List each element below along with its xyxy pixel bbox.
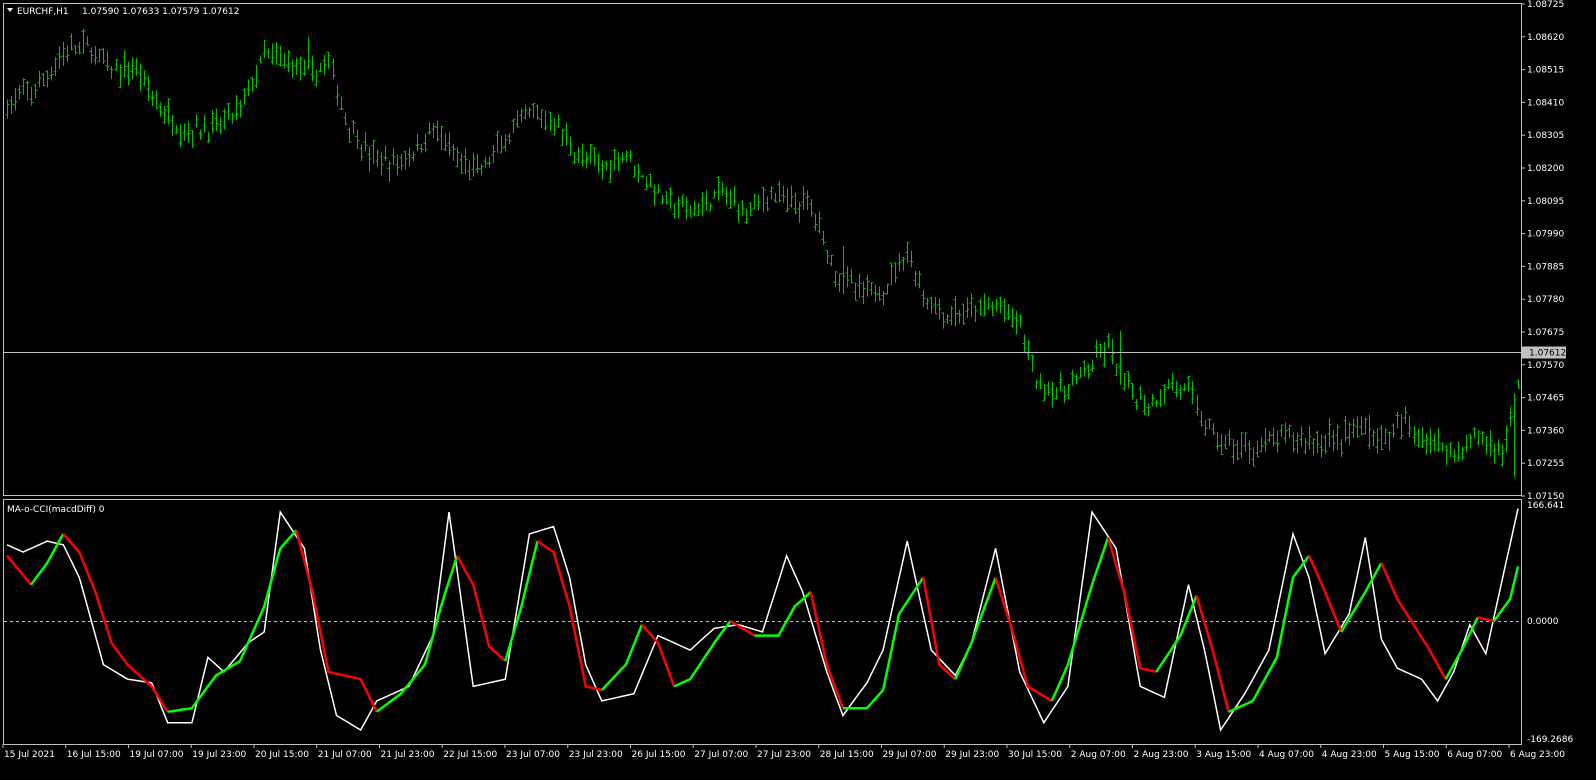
time-tick-label: 3 Aug 15:00 <box>1196 750 1251 760</box>
time-tick-label: 2 Aug 23:00 <box>1134 750 1189 760</box>
time-tick-label: 4 Aug 07:00 <box>1259 750 1314 760</box>
time-tick-label: 22 Jul 15:00 <box>443 750 497 760</box>
price-tick-label: 1.08515 <box>1527 66 1564 76</box>
symbol-label[interactable]: EURCHF,H1 <box>17 7 69 17</box>
ohlc-values: 1.07590 1.07633 1.07579 1.07612 <box>82 7 239 17</box>
price-tick-label: 1.08620 <box>1527 33 1564 43</box>
time-tick-label: 2 Aug 07:00 <box>1071 750 1126 760</box>
indicator-label[interactable]: MA-o-CCI(macdDiff) 0 <box>7 505 105 515</box>
price-tick-label: 1.07255 <box>1527 459 1564 469</box>
time-tick-label: 27 Jul 07:00 <box>694 750 748 760</box>
price-tick-label: 1.08410 <box>1527 98 1564 108</box>
time-tick-label: 21 Jul 23:00 <box>381 750 435 760</box>
price-tick-label: 1.07570 <box>1527 361 1564 371</box>
price-tick-label: 1.08095 <box>1527 197 1564 207</box>
price-tick-label: 1.08305 <box>1527 131 1564 141</box>
time-tick-label: 19 Jul 07:00 <box>130 750 184 760</box>
time-tick-label: 5 Aug 15:00 <box>1385 750 1440 760</box>
time-tick-label: 29 Jul 23:00 <box>945 750 999 760</box>
time-tick-label: 16 Jul 15:00 <box>67 750 121 760</box>
price-tick-label: 1.08725 <box>1527 0 1564 10</box>
time-tick-label: 28 Jul 15:00 <box>820 750 874 760</box>
time-tick-label: 6 Aug 07:00 <box>1447 750 1502 760</box>
indicator-tick-label: 0.0000 <box>1527 617 1559 627</box>
time-tick-label: 30 Jul 15:00 <box>1008 750 1062 760</box>
price-tick-label: 1.07465 <box>1527 394 1564 404</box>
time-tick-label: 27 Jul 23:00 <box>757 750 811 760</box>
price-tick-label: 1.07675 <box>1527 328 1564 338</box>
indicator-tick-label: -169.2686 <box>1527 735 1573 745</box>
current-price-tag: 1.07612 <box>1522 346 1566 359</box>
time-tick-label: 6 Aug 23:00 <box>1510 750 1565 760</box>
price-tick-label: 1.07360 <box>1527 426 1564 436</box>
price-tick-label: 1.07990 <box>1527 230 1564 240</box>
price-tick-label: 1.07780 <box>1527 295 1564 305</box>
time-tick-label: 29 Jul 07:00 <box>883 750 937 760</box>
price-tick-label: 1.07885 <box>1527 262 1564 272</box>
indicator-tick-label: 166.641 <box>1527 501 1564 511</box>
price-tick-label: 1.08200 <box>1527 164 1564 174</box>
time-tick-label: 21 Jul 07:00 <box>318 750 372 760</box>
time-tick-label: 4 Aug 23:00 <box>1322 750 1377 760</box>
time-tick-label: 26 Jul 15:00 <box>632 750 686 760</box>
background <box>0 0 1596 780</box>
chart-canvas: 1.08725 1.08620 1.08515 1.08410 1.08305 1.082… <box>0 0 1596 780</box>
time-tick-label: 20 Jul 15:00 <box>255 750 309 760</box>
time-tick-label: 23 Jul 23:00 <box>569 750 623 760</box>
time-tick-label: 15 Jul 2021 <box>4 750 55 760</box>
time-tick-label: 23 Jul 07:00 <box>506 750 560 760</box>
time-tick-label: 19 Jul 23:00 <box>192 750 246 760</box>
current-price-text: 1.07612 <box>1529 349 1566 359</box>
